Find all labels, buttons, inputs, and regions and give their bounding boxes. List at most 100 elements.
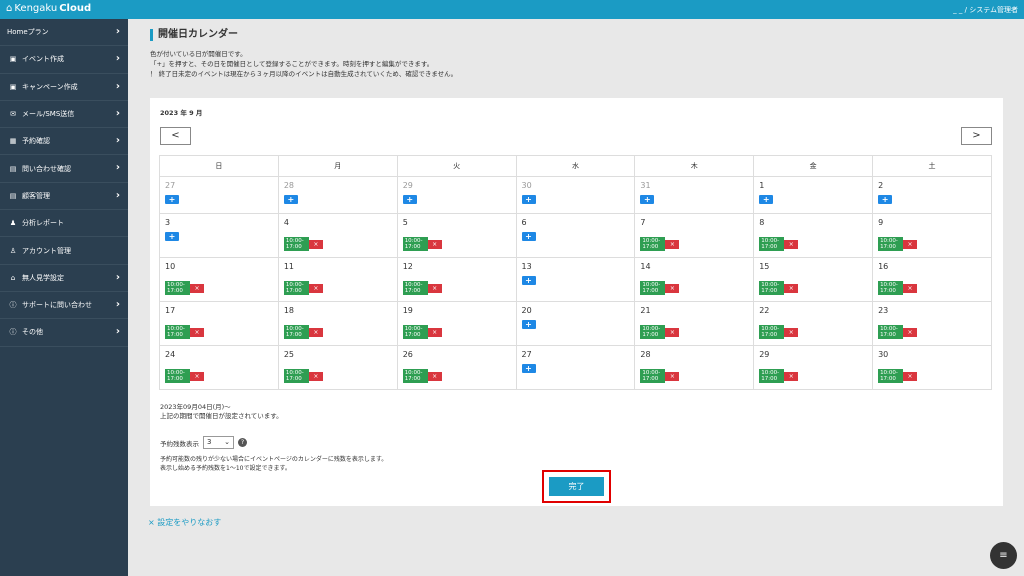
sidebar-item[interactable]: ▦ 予約確認 › <box>0 128 128 156</box>
sidebar-item[interactable]: ▣ イベント作成 › <box>0 46 128 74</box>
add-date-button[interactable]: + <box>521 195 536 204</box>
add-date-button[interactable]: + <box>521 276 536 285</box>
chevron-right-icon: › <box>115 107 120 119</box>
sidebar-item[interactable]: ⓘ その他 › <box>0 319 128 347</box>
delete-slot-button[interactable]: × <box>903 283 918 293</box>
sidebar-item[interactable]: ✉ メール/SMS送信 › <box>0 101 128 129</box>
add-date-button[interactable]: + <box>283 195 298 204</box>
add-date-button[interactable]: + <box>640 195 655 204</box>
time-slot-button[interactable]: 10:00- 17:00 <box>165 325 190 339</box>
sidebar-item[interactable]: ▤ 問い合わせ確認 › <box>0 155 128 183</box>
sidebar-item[interactable]: ♟ 分析レポート <box>0 210 128 238</box>
delete-slot-button[interactable]: × <box>427 283 442 293</box>
add-date-button[interactable]: + <box>878 195 893 204</box>
delete-slot-button[interactable]: × <box>308 327 323 337</box>
calendar-card: 2023 年 9 月 < > 日月火水木金土 27 +28 +29 +30 +31 +1 +… <box>150 98 1003 506</box>
delete-slot-button[interactable]: × <box>665 327 680 337</box>
delete-slot-button[interactable]: × <box>308 283 323 293</box>
add-date-button[interactable]: + <box>165 195 179 204</box>
delete-slot-button[interactable]: × <box>665 239 680 249</box>
delete-slot-button[interactable]: × <box>903 327 918 337</box>
delete-slot-button[interactable]: × <box>903 239 918 249</box>
delete-slot-button[interactable]: × <box>308 371 323 381</box>
time-slot-button[interactable]: 10:00- 17:00 <box>402 369 428 383</box>
time-slot-button[interactable]: 10:00- 17:00 <box>878 237 904 251</box>
app-logo[interactable]: ⌂ Kengaku Cloud <box>6 3 91 14</box>
prev-month-button[interactable]: < <box>160 127 191 145</box>
next-month-button[interactable]: > <box>961 127 992 145</box>
time-slot-button[interactable]: 10:00- 17:00 <box>165 369 190 383</box>
help-icon[interactable]: ? <box>238 438 247 447</box>
time-slot: 10:00- 17:00 × <box>878 281 918 295</box>
remaining-select[interactable]: 3 ⌄ <box>203 436 234 449</box>
add-date-button[interactable]: + <box>165 232 179 241</box>
day-number: 6 <box>521 218 527 227</box>
delete-slot-button[interactable]: × <box>784 371 799 381</box>
time-end: 17:00 <box>880 288 896 294</box>
add-date-button[interactable]: + <box>521 364 536 373</box>
time-slot-button[interactable]: 10:00- 17:00 <box>640 325 666 339</box>
delete-slot-button[interactable]: × <box>190 327 204 337</box>
time-slot-button[interactable]: 10:00- 17:00 <box>640 281 666 295</box>
chevron-right-icon: › <box>115 298 120 310</box>
time-slot-button[interactable]: 10:00- 17:00 <box>878 369 904 383</box>
remaining-note-2: 表示し始める予約残数を1〜10で設定できます。 <box>160 465 291 472</box>
delete-slot-button[interactable]: × <box>427 239 442 249</box>
reset-link[interactable]: × 設定をやりなおす <box>148 517 221 528</box>
done-button[interactable]: 完了 <box>549 477 604 496</box>
delete-slot-button[interactable]: × <box>427 327 442 337</box>
time-slot-button[interactable]: 10:00- 17:00 <box>165 281 190 295</box>
time-slot-button[interactable]: 10:00- 17:00 <box>878 325 904 339</box>
menu-fab[interactable]: ≡ <box>990 542 1017 569</box>
sidebar-item[interactable]: ▣ キャンペーン作成 › <box>0 74 128 101</box>
delete-slot-button[interactable]: × <box>784 283 799 293</box>
sidebar-item[interactable]: ♙ アカウント管理 <box>0 237 128 265</box>
delete-slot-button[interactable]: × <box>427 371 442 381</box>
sidebar-item[interactable]: ⌂ 無人見学設定 › <box>0 265 128 292</box>
delete-slot-button[interactable]: × <box>665 283 680 293</box>
delete-slot-button[interactable]: × <box>665 371 680 381</box>
delete-slot-button[interactable]: × <box>903 371 918 381</box>
time-slot-button[interactable]: 10:00- 17:00 <box>402 237 428 251</box>
sidebar-item-label: 無人見学設定 <box>22 273 64 282</box>
time-end: 17:00 <box>404 244 421 250</box>
add-date-button[interactable]: + <box>521 232 536 241</box>
time-slot-button[interactable]: 10:00- 17:00 <box>759 237 785 251</box>
add-date-button[interactable]: + <box>759 195 774 204</box>
time-slot: 10:00- 17:00 × <box>165 281 204 295</box>
day-number: 17 <box>165 306 176 315</box>
time-slot-button[interactable]: 10:00- 17:00 <box>283 325 309 339</box>
user-info[interactable]: _ _ / システム管理者 <box>953 5 1018 15</box>
day-number: 29 <box>759 350 770 359</box>
time-slot-button[interactable]: 10:00- 17:00 <box>759 369 785 383</box>
calendar-day: 23 10:00- 17:00 × <box>872 301 992 346</box>
delete-slot-button[interactable]: × <box>308 239 323 249</box>
time-slot-button[interactable]: 10:00- 17:00 <box>283 281 309 295</box>
time-slot-button[interactable]: 10:00- 17:00 <box>283 237 309 251</box>
time-slot-button[interactable]: 10:00- 17:00 <box>640 369 666 383</box>
time-slot-button[interactable]: 10:00- 17:00 <box>878 281 904 295</box>
calendar-day: 9 10:00- 17:00 × <box>872 213 992 258</box>
sidebar-item[interactable]: ▤ 顧客管理 › <box>0 183 128 211</box>
time-slot-button[interactable]: 10:00- 17:00 <box>640 237 666 251</box>
time-slot-button[interactable]: 10:00- 17:00 <box>283 369 309 383</box>
day-number: 13 <box>521 262 532 271</box>
day-number: 14 <box>640 262 651 271</box>
time-slot: 10:00- 17:00 × <box>878 325 918 339</box>
sidebar-item[interactable]: Homeプラン › <box>0 19 128 47</box>
time-slot-button[interactable]: 10:00- 17:00 <box>402 325 428 339</box>
time-slot-button[interactable]: 10:00- 17:00 <box>759 281 785 295</box>
sidebar-item[interactable]: ⓘ サポートに問い合わせ › <box>0 292 128 320</box>
time-slot-button[interactable]: 10:00- 17:00 <box>759 325 785 339</box>
delete-slot-button[interactable]: × <box>784 327 799 337</box>
time-slot-button[interactable]: 10:00- 17:00 <box>402 281 428 295</box>
delete-slot-button[interactable]: × <box>190 371 204 381</box>
delete-slot-button[interactable]: × <box>784 239 799 249</box>
day-number: 26 <box>402 350 413 359</box>
time-slot: 10:00- 17:00 × <box>878 369 918 383</box>
delete-slot-button[interactable]: × <box>190 283 204 293</box>
add-date-button[interactable]: + <box>521 320 536 329</box>
time-end: 17:00 <box>642 332 659 338</box>
add-date-button[interactable]: + <box>402 195 417 204</box>
day-number: 15 <box>759 262 770 271</box>
